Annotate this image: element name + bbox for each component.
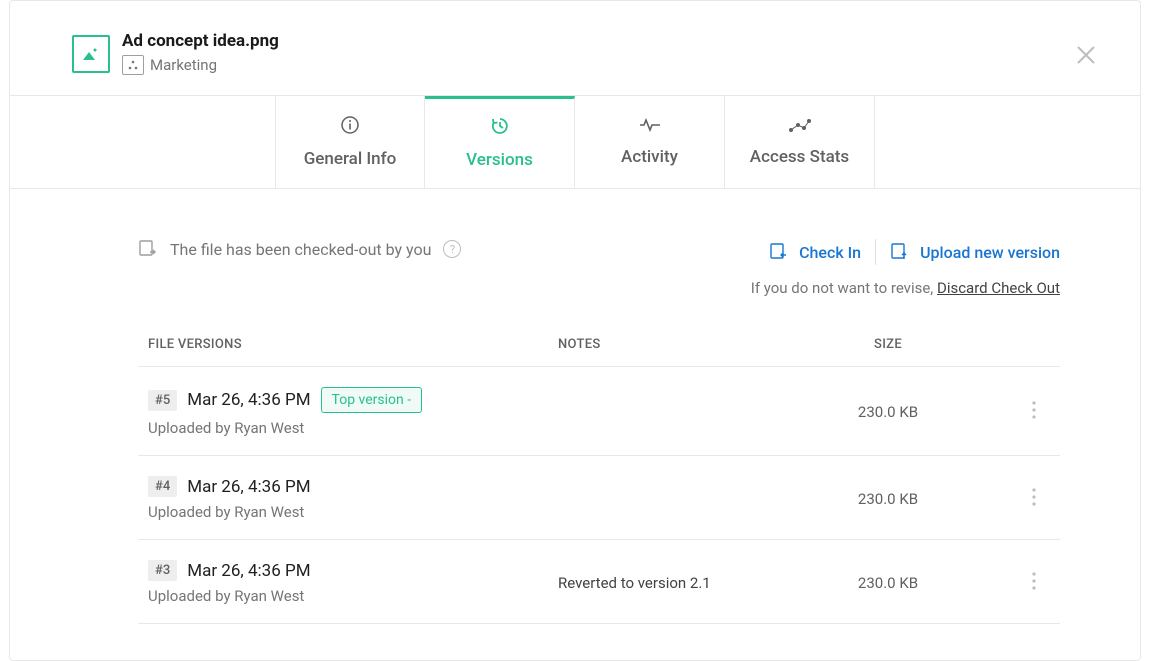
version-date: Mar 26, 4:36 PM xyxy=(187,390,310,410)
actions-row: Check In Upload new version xyxy=(769,239,1060,265)
version-number-badge: #3 xyxy=(148,560,177,581)
folder-name: Marketing xyxy=(150,56,217,74)
modal-header: Ad concept idea.png Marketing xyxy=(10,1,1140,95)
file-title: Ad concept idea.png xyxy=(122,31,279,51)
version-line1: #3 Mar 26, 4:36 PM xyxy=(148,560,558,581)
versions-panel: The file has been checked-out by you ? C… xyxy=(10,189,1140,624)
stats-icon xyxy=(788,118,812,137)
image-icon xyxy=(81,46,101,62)
version-date: Mar 26, 4:36 PM xyxy=(187,477,310,497)
file-folder-row: Marketing xyxy=(122,55,279,75)
history-icon xyxy=(490,116,510,140)
help-icon[interactable]: ? xyxy=(443,240,461,258)
tab-label: Versions xyxy=(466,150,533,170)
row-menu-button[interactable] xyxy=(1028,568,1040,598)
check-in-icon xyxy=(769,242,789,262)
action-divider xyxy=(875,239,876,265)
file-type-icon xyxy=(72,35,110,73)
version-size: 230.0 KB xyxy=(798,490,978,508)
version-row: #5 Mar 26, 4:36 PM Top version - Uploaded b… xyxy=(138,367,1060,456)
tab-general-info[interactable]: General Info xyxy=(275,96,425,188)
uploaded-by: Uploaded by Ryan West xyxy=(148,419,558,437)
kebab-icon xyxy=(1032,572,1036,590)
version-row: #3 Mar 26, 4:36 PM Uploaded by Ryan WestRe… xyxy=(138,540,1060,624)
tab-label: Access Stats xyxy=(750,147,849,167)
version-size: 230.0 KB xyxy=(798,403,978,421)
versions-table-header: FILE VERSIONS NOTES SIZE xyxy=(138,321,1060,367)
file-info: Ad concept idea.png Marketing xyxy=(122,31,279,75)
checkout-status-text: The file has been checked-out by you xyxy=(170,240,431,259)
version-notes: Reverted to version 2.1 xyxy=(558,574,798,592)
col-header-notes: NOTES xyxy=(558,337,798,352)
upload-new-version-button[interactable]: Upload new version xyxy=(890,242,1060,262)
close-icon xyxy=(1074,43,1098,67)
version-actions xyxy=(978,397,1060,427)
version-actions xyxy=(978,568,1060,598)
info-icon xyxy=(340,115,360,139)
checkout-icon xyxy=(138,239,158,259)
close-button[interactable] xyxy=(1074,43,1098,71)
version-main: #5 Mar 26, 4:36 PM Top version - Uploaded b… xyxy=(148,387,558,437)
discard-row: If you do not want to revise, Discard Ch… xyxy=(751,279,1060,297)
tab-versions[interactable]: Versions xyxy=(425,96,575,188)
version-number-badge: #4 xyxy=(148,476,177,497)
discard-checkout-link[interactable]: Discard Check Out xyxy=(937,279,1060,297)
uploaded-by: Uploaded by Ryan West xyxy=(148,587,558,605)
version-main: #4 Mar 26, 4:36 PM Uploaded by Ryan West xyxy=(148,476,558,521)
tabs-bar: General Info Versions Activity Access St… xyxy=(10,95,1140,189)
top-version-badge: Top version - xyxy=(321,387,423,413)
status-left: The file has been checked-out by you ? xyxy=(138,239,461,259)
discard-prefix: If you do not want to revise, xyxy=(751,279,937,297)
row-menu-button[interactable] xyxy=(1028,484,1040,514)
file-details-modal: Ad concept idea.png Marketing xyxy=(9,0,1141,661)
col-header-size: SIZE xyxy=(798,337,978,352)
versions-table-body: #5 Mar 26, 4:36 PM Top version - Uploaded b… xyxy=(138,367,1060,624)
kebab-icon xyxy=(1032,488,1036,506)
tab-label: Activity xyxy=(621,147,678,167)
version-actions xyxy=(978,484,1060,514)
check-in-label: Check In xyxy=(799,243,861,262)
tab-activity[interactable]: Activity xyxy=(575,96,725,188)
check-in-button[interactable]: Check In xyxy=(769,242,861,262)
row-menu-button[interactable] xyxy=(1028,397,1040,427)
tabs: General Info Versions Activity Access St… xyxy=(275,96,875,188)
version-line1: #4 Mar 26, 4:36 PM xyxy=(148,476,558,497)
folder-icon xyxy=(122,55,144,75)
version-row: #4 Mar 26, 4:36 PM Uploaded by Ryan West 23… xyxy=(138,456,1060,540)
upload-label: Upload new version xyxy=(920,243,1060,262)
version-size: 230.0 KB xyxy=(798,574,978,592)
upload-icon xyxy=(890,242,910,262)
tab-access-stats[interactable]: Access Stats xyxy=(725,96,875,188)
hierarchy-icon xyxy=(127,60,139,70)
status-bar: The file has been checked-out by you ? C… xyxy=(138,239,1060,297)
version-main: #3 Mar 26, 4:36 PM Uploaded by Ryan West xyxy=(148,560,558,605)
version-date: Mar 26, 4:36 PM xyxy=(187,561,310,581)
tab-label: General Info xyxy=(304,149,397,169)
uploaded-by: Uploaded by Ryan West xyxy=(148,503,558,521)
version-number-badge: #5 xyxy=(148,390,177,411)
status-right: Check In Upload new version If you do no… xyxy=(751,239,1060,297)
activity-icon xyxy=(639,117,661,137)
version-line1: #5 Mar 26, 4:36 PM Top version - xyxy=(148,387,558,413)
kebab-icon xyxy=(1032,401,1036,419)
col-header-versions: FILE VERSIONS xyxy=(148,337,558,352)
